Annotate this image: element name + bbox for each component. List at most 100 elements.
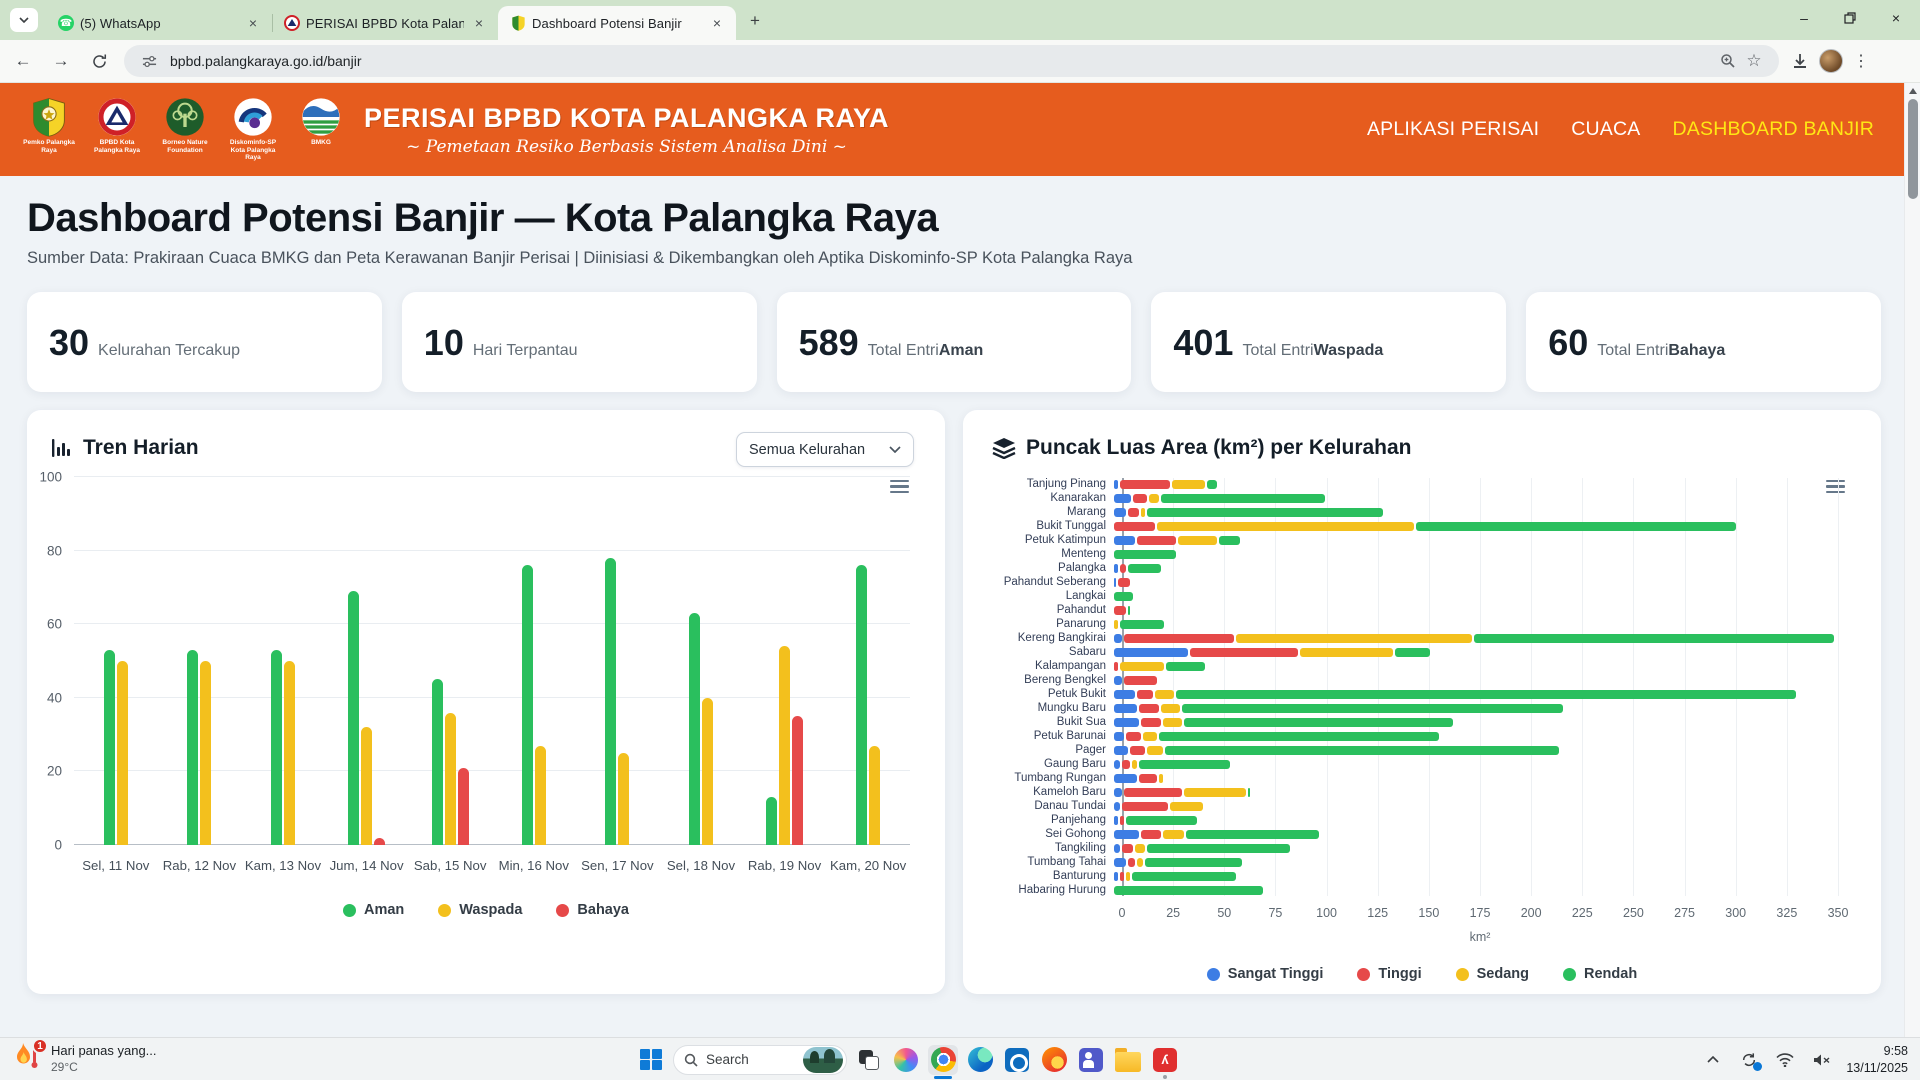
area-bar-segment-sedang [1236,634,1472,643]
stat-hari-terpantau: 10 Hari Terpantau [402,292,757,392]
wifi-icon[interactable] [1774,1049,1796,1071]
zoom-page-icon[interactable] [1715,48,1741,74]
tab-perisai[interactable]: PERISAI BPBD Kota Palangka Ra × [272,6,498,40]
area-bar-track [1114,704,1838,713]
area-bar-segment-tinggi [1114,522,1155,531]
close-icon[interactable]: × [244,14,262,32]
area-bar-segment-tinggi [1120,564,1126,573]
area-row: Bukit Tunggal [993,520,1838,532]
acrobat-button[interactable]: ʎ [1150,1045,1180,1075]
y-tick-label: 60 [47,617,62,632]
scrollbar-up-arrow-icon[interactable] [1909,88,1917,94]
browser-menu-icon[interactable]: ⋮ [1853,51,1869,71]
nav-aplikasi-perisai[interactable]: APLIKASI PERISAI [1367,118,1539,141]
legend-dot [1357,968,1370,981]
url-bar[interactable]: bpbd.palangkaraya.go.id/banjir ☆ [124,45,1779,77]
sync-status-icon[interactable] [1738,1049,1760,1071]
kelurahan-label: Marang [993,506,1114,518]
y-tick-label: 80 [47,543,62,558]
edge-button[interactable] [965,1045,995,1075]
area-row: Menteng [993,548,1838,560]
nav-dashboard-banjir[interactable]: DASHBOARD BANJIR [1673,118,1875,141]
kelurahan-filter-dropdown[interactable]: Semua Kelurahan [736,432,914,467]
tab-whatsapp[interactable]: ☎ (5) WhatsApp × [46,6,272,40]
volume-muted-icon[interactable] [1810,1049,1832,1071]
legend-item: Tinggi [1357,966,1421,982]
area-bar-segment-tinggi [1137,536,1176,545]
area-bar-track [1114,816,1838,825]
area-row: Pahandut Seberang [993,576,1838,588]
copilot-button[interactable] [891,1045,921,1075]
downloads-icon[interactable] [1791,52,1809,70]
area-row: Kameloh Baru [993,786,1838,798]
back-button[interactable]: ← [8,46,38,76]
x-tick-label: Sel, 11 Nov [74,858,158,873]
trend-bar-waspada [200,661,211,845]
browser-tabstrip: ☎ (5) WhatsApp × PERISAI BPBD Kota Palan… [0,0,1920,40]
trend-bar-group [659,477,743,845]
new-tab-button[interactable]: + [742,8,768,34]
tab-search-button[interactable] [10,8,38,32]
close-icon[interactable]: × [470,14,488,32]
area-bar-segment-rendah [1248,788,1250,797]
y-tick-label: 0 [54,838,62,853]
search-input[interactable]: Search [673,1045,847,1075]
scrollbar-thumb[interactable] [1908,99,1918,199]
chrome-button[interactable] [928,1045,958,1075]
site-info-icon[interactable] [136,48,162,74]
area-bar-segment-rendah [1165,746,1558,755]
area-bar-track [1114,802,1838,811]
tab-dashboard-banjir[interactable]: Dashboard Potensi Banjir × [498,6,736,40]
area-bar-track [1114,732,1838,741]
window-restore-button[interactable] [1836,6,1864,30]
area-bar-segment-sedang [1157,522,1414,531]
window-close-button[interactable]: × [1882,6,1910,30]
area-row: Sei Gohong [993,828,1838,840]
url-text[interactable]: bpbd.palangkaraya.go.id/banjir [170,53,1715,69]
area-bar-segment-rendah [1176,690,1797,699]
pemko-logo: Pemko Palangka Raya [22,97,76,154]
area-bar-track [1114,592,1838,601]
bookmark-star-icon[interactable]: ☆ [1741,48,1767,74]
reload-button[interactable] [84,46,114,76]
trend-bar-group [325,477,409,845]
forward-button[interactable]: → [46,46,76,76]
outlook-button[interactable] [1002,1045,1032,1075]
legend-dot [1207,968,1220,981]
trend-bar-aman [605,558,616,845]
weather-widget[interactable]: 1 Hari panas yang... 29°C [14,1041,157,1075]
page-subtitle: Sumber Data: Prakiraan Cuaca BMKG dan Pe… [27,249,1881,268]
tray-expand-icon[interactable] [1702,1049,1724,1071]
stat-kelurahan-tercakup: 30 Kelurahan Tercakup [27,292,382,392]
area-bar-segment-tinggi [1124,634,1234,643]
area-bar-segment-sedang [1300,648,1393,657]
close-icon[interactable]: × [708,14,726,32]
page-scrollbar[interactable] [1904,83,1920,1037]
kelurahan-label: Banturung [993,870,1114,882]
teams-button[interactable] [1076,1045,1106,1075]
x-tick-label: 350 [1828,906,1849,920]
area-row: Bukit Sua [993,716,1838,728]
outlook-icon [1005,1048,1029,1072]
taskbar-apps: Search ʎ [636,1038,1180,1080]
trend-bar-group [158,477,242,845]
tab-title: Dashboard Potensi Banjir [532,16,702,31]
area-bar-segment-sedang [1149,494,1159,503]
area-bar-segment-rendah [1219,536,1240,545]
profile-avatar[interactable] [1819,49,1843,73]
start-button[interactable] [636,1045,666,1075]
firefox-button[interactable] [1039,1045,1069,1075]
task-view-button[interactable] [854,1045,884,1075]
legend-item: Bahaya [556,902,629,918]
clock[interactable]: 9:58 13/11/2025 [1846,1043,1908,1076]
area-legend: Sangat TinggiTinggiSedangRendah [963,966,1881,982]
file-explorer-button[interactable] [1113,1045,1143,1075]
area-x-axis-label: km² [1122,930,1838,944]
kelurahan-label: Bukit Sua [993,716,1114,728]
kelurahan-label: Petuk Katimpun [993,534,1114,546]
kelurahan-label: Pahandut [993,604,1114,616]
search-icon [684,1053,698,1067]
window-minimize-button[interactable]: – [1790,6,1818,30]
nav-cuaca[interactable]: CUACA [1571,118,1640,141]
area-bar-segment-sedang [1126,872,1130,881]
